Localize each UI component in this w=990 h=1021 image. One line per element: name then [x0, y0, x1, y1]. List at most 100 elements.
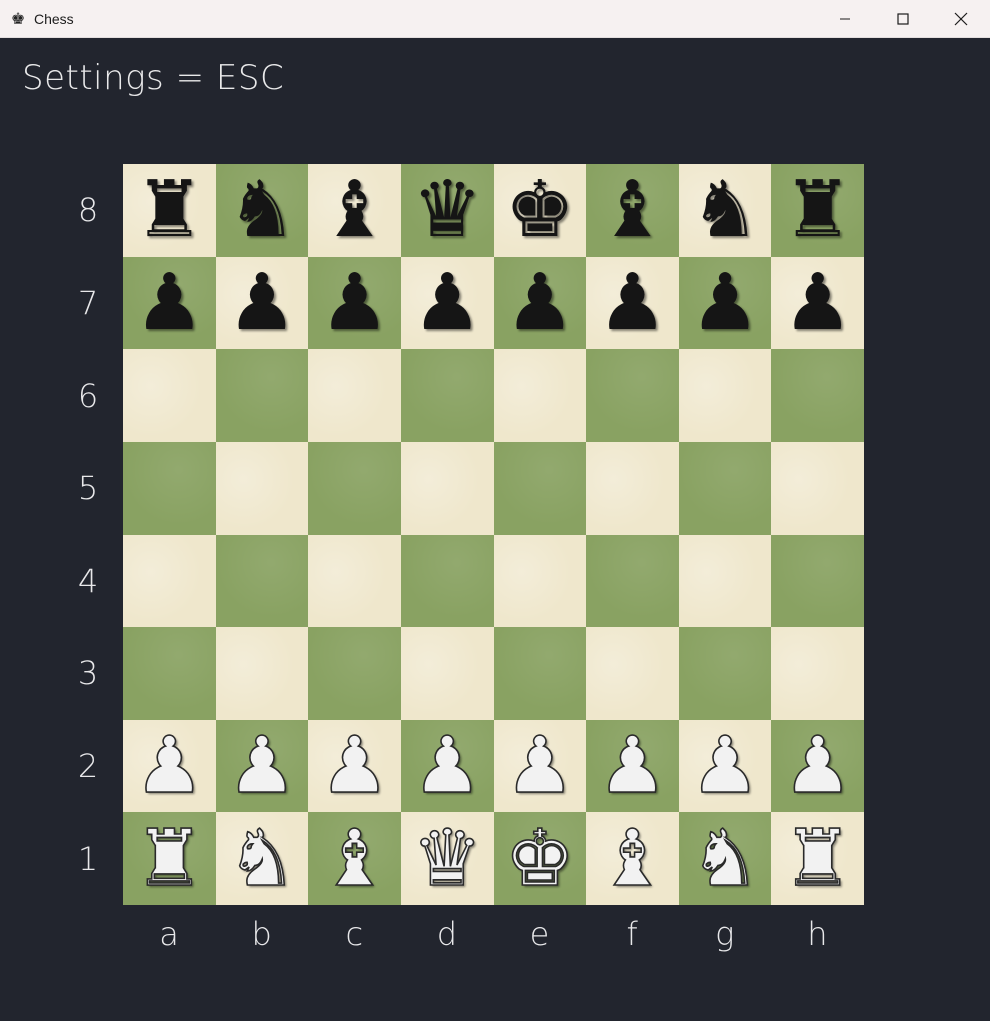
- square-h4[interactable]: [771, 534, 864, 628]
- black-pawn-piece[interactable]: ♟: [597, 264, 667, 342]
- black-pawn-piece[interactable]: ♟: [320, 264, 390, 342]
- square-b7[interactable]: ♟: [215, 256, 309, 350]
- square-d3[interactable]: [400, 627, 494, 720]
- square-a8[interactable]: ♜: [123, 164, 216, 257]
- square-g7[interactable]: ♟: [678, 256, 772, 350]
- maximize-button[interactable]: [874, 0, 932, 38]
- square-f4[interactable]: [586, 534, 679, 628]
- square-h1[interactable]: ♜: [771, 812, 864, 905]
- black-rook-piece[interactable]: ♜: [134, 171, 204, 249]
- square-a6[interactable]: [123, 349, 216, 442]
- black-pawn-piece[interactable]: ♟: [227, 264, 297, 342]
- square-g3[interactable]: [678, 627, 772, 720]
- square-h3[interactable]: [771, 627, 864, 720]
- black-pawn-piece[interactable]: ♟: [783, 264, 853, 342]
- square-h8[interactable]: ♜: [771, 164, 864, 257]
- square-d7[interactable]: ♟: [400, 256, 494, 350]
- square-g8[interactable]: ♞: [678, 164, 772, 257]
- black-pawn-piece[interactable]: ♟: [690, 264, 760, 342]
- square-e2[interactable]: ♟: [493, 719, 587, 813]
- square-e8[interactable]: ♚: [493, 164, 587, 257]
- square-f1[interactable]: ♝: [586, 812, 679, 905]
- white-pawn-piece[interactable]: ♟: [504, 726, 576, 806]
- close-button[interactable]: [932, 0, 990, 38]
- square-f6[interactable]: [586, 349, 679, 442]
- square-b6[interactable]: [215, 349, 309, 442]
- square-c1[interactable]: ♝: [308, 812, 401, 905]
- square-b8[interactable]: ♞: [215, 164, 309, 257]
- white-pawn-piece[interactable]: ♟: [597, 726, 669, 806]
- square-g5[interactable]: [678, 441, 772, 535]
- chess-board[interactable]: ♜ ♞ ♝ ♛ ♚ ♝ ♞ ♜ ♟ ♟ ♟ ♟ ♟ ♟ ♟ ♟ ♟ ♟ ♟ ♟ ♟ ♟ ♟ ♟ ♜ ♞ ♝ ♛ ♚ ♝ ♞ ♜: [123, 164, 864, 905]
- white-knight-piece[interactable]: ♞: [689, 819, 761, 899]
- square-e1[interactable]: ♚: [493, 812, 587, 905]
- square-e3[interactable]: [493, 627, 587, 720]
- black-pawn-piece[interactable]: ♟: [505, 264, 575, 342]
- white-pawn-piece[interactable]: ♟: [411, 726, 483, 806]
- square-a1[interactable]: ♜: [123, 812, 216, 905]
- square-d4[interactable]: [400, 534, 494, 628]
- white-pawn-piece[interactable]: ♟: [782, 726, 854, 806]
- square-d1[interactable]: ♛: [400, 812, 494, 905]
- black-knight-piece[interactable]: ♞: [227, 171, 297, 249]
- black-pawn-piece[interactable]: ♟: [412, 264, 482, 342]
- square-e7[interactable]: ♟: [493, 256, 587, 350]
- white-pawn-piece[interactable]: ♟: [689, 726, 761, 806]
- square-d5[interactable]: [400, 441, 494, 535]
- square-b4[interactable]: [215, 534, 309, 628]
- square-e6[interactable]: [493, 349, 587, 442]
- black-king-piece[interactable]: ♚: [505, 171, 575, 249]
- square-a5[interactable]: [123, 441, 216, 535]
- square-b1[interactable]: ♞: [215, 812, 309, 905]
- black-bishop-piece[interactable]: ♝: [320, 171, 390, 249]
- square-c3[interactable]: [308, 627, 401, 720]
- square-h5[interactable]: [771, 441, 864, 535]
- minimize-button[interactable]: [816, 0, 874, 38]
- square-h7[interactable]: ♟: [771, 256, 864, 350]
- square-c8[interactable]: ♝: [308, 164, 401, 257]
- white-pawn-piece[interactable]: ♟: [226, 726, 298, 806]
- square-f3[interactable]: [586, 627, 679, 720]
- square-d2[interactable]: ♟: [400, 719, 494, 813]
- black-queen-piece[interactable]: ♛: [412, 171, 482, 249]
- square-g4[interactable]: [678, 534, 772, 628]
- square-b2[interactable]: ♟: [215, 719, 309, 813]
- white-king-piece[interactable]: ♚: [504, 819, 576, 899]
- square-e4[interactable]: [493, 534, 587, 628]
- white-bishop-piece[interactable]: ♝: [597, 819, 669, 899]
- square-h6[interactable]: [771, 349, 864, 442]
- square-c5[interactable]: [308, 441, 401, 535]
- square-g1[interactable]: ♞: [678, 812, 772, 905]
- square-a2[interactable]: ♟: [123, 719, 216, 813]
- white-rook-piece[interactable]: ♜: [782, 819, 854, 899]
- black-pawn-piece[interactable]: ♟: [134, 264, 204, 342]
- square-b5[interactable]: [215, 441, 309, 535]
- square-c2[interactable]: ♟: [308, 719, 401, 813]
- white-queen-piece[interactable]: ♛: [411, 819, 483, 899]
- white-pawn-piece[interactable]: ♟: [319, 726, 391, 806]
- white-bishop-piece[interactable]: ♝: [319, 819, 391, 899]
- square-c4[interactable]: [308, 534, 401, 628]
- square-f7[interactable]: ♟: [586, 256, 679, 350]
- square-c7[interactable]: ♟: [308, 256, 401, 350]
- square-c6[interactable]: [308, 349, 401, 442]
- square-d6[interactable]: [400, 349, 494, 442]
- square-a3[interactable]: [123, 627, 216, 720]
- white-rook-piece[interactable]: ♜: [134, 819, 206, 899]
- black-bishop-piece[interactable]: ♝: [597, 171, 667, 249]
- black-rook-piece[interactable]: ♜: [783, 171, 853, 249]
- square-e5[interactable]: [493, 441, 587, 535]
- white-pawn-piece[interactable]: ♟: [134, 726, 206, 806]
- black-knight-piece[interactable]: ♞: [690, 171, 760, 249]
- square-g2[interactable]: ♟: [678, 719, 772, 813]
- square-b3[interactable]: [215, 627, 309, 720]
- square-f8[interactable]: ♝: [586, 164, 679, 257]
- square-f2[interactable]: ♟: [586, 719, 679, 813]
- square-a7[interactable]: ♟: [123, 256, 216, 350]
- square-g6[interactable]: [678, 349, 772, 442]
- square-h2[interactable]: ♟: [771, 719, 864, 813]
- square-d8[interactable]: ♛: [400, 164, 494, 257]
- white-knight-piece[interactable]: ♞: [226, 819, 298, 899]
- square-a4[interactable]: [123, 534, 216, 628]
- square-f5[interactable]: [586, 441, 679, 535]
